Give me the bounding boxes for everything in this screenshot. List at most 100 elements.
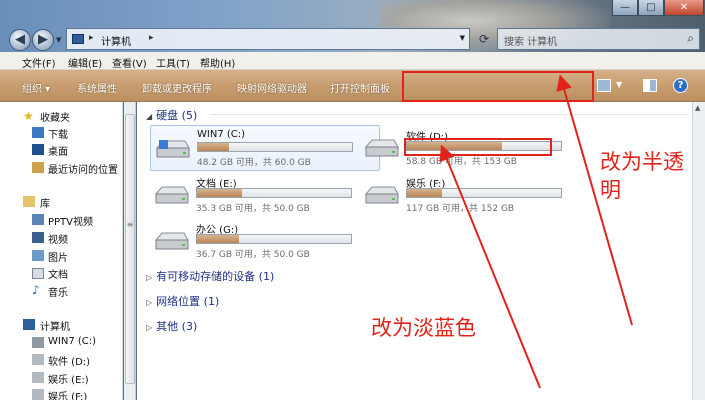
nav-pictures[interactable]: 图片 <box>48 249 68 264</box>
drive-icon <box>154 232 189 250</box>
nav-videos[interactable]: 视频 <box>48 231 68 246</box>
nav-drive-e[interactable]: 娱乐 (E:) <box>48 371 89 386</box>
nav-recent-places[interactable]: 最近访问的位置 <box>48 161 118 176</box>
group-network-label: 网络位置 (1) <box>156 295 220 308</box>
nav-documents[interactable]: 文档 <box>48 266 68 281</box>
group-hard-drives-label: 硬盘 (5) <box>156 109 198 122</box>
group-removable-label: 有可移动存储的设备 (1) <box>156 270 275 283</box>
scroll-up-icon[interactable]: ▲ <box>695 104 700 112</box>
preview-pane-icon[interactable] <box>643 79 657 92</box>
annotation-light-blue: 改为淡蓝色 <box>371 316 476 340</box>
expand-triangle-icon[interactable]: ▷ <box>146 273 152 282</box>
drive-space-info: 48.2 GB 可用，共 60.0 GB <box>197 158 311 168</box>
drive-tile[interactable]: 文档 (E:) 35.3 GB 可用，共 50.0 GB <box>150 172 380 218</box>
map-network-drive-button[interactable]: 映射网络驱动器 <box>237 80 307 95</box>
music-icon: ♪ <box>32 283 40 297</box>
drive-space-info: 117 GB 可用，共 152 GB <box>406 204 515 214</box>
group-divider <box>210 114 690 115</box>
maximize-button[interactable]: □ <box>638 0 664 16</box>
back-arrow-icon: ◀ <box>15 32 25 47</box>
library-icon <box>23 196 35 207</box>
pictures-icon <box>32 250 44 261</box>
drive-icon <box>32 389 44 400</box>
drive-tile[interactable]: 办公 (G:) 36.7 GB 可用，共 50.0 GB <box>150 218 380 264</box>
drive-usage-fill <box>197 235 239 243</box>
nav-drive-c[interactable]: WIN7 (C:) <box>48 336 96 347</box>
drive-space-info: 36.7 GB 可用，共 50.0 GB <box>196 250 310 260</box>
chevron-right-icon[interactable]: ▸ <box>149 33 154 43</box>
annotation-translucent-line2: 明 <box>600 178 621 202</box>
organize-button[interactable]: 组织 ▾ <box>22 80 50 95</box>
nav-drive-d[interactable]: 软件 (D:) <box>48 353 90 368</box>
drive-name: WIN7 (C:) <box>197 129 246 140</box>
view-dropdown-icon[interactable]: ▼ <box>616 80 622 89</box>
address-dropdown-icon[interactable]: ▼ <box>460 34 465 42</box>
nav-downloads[interactable]: 下载 <box>48 126 68 141</box>
address-bar[interactable]: ▸ 计算机 ▸ ▼ <box>66 28 470 50</box>
uninstall-program-button[interactable]: 卸载或更改程序 <box>142 80 212 95</box>
refresh-icon[interactable]: ⟳ <box>474 29 494 49</box>
group-other[interactable]: ▷ 其他 (3) <box>146 318 197 334</box>
drive-icon <box>364 186 399 204</box>
forward-button[interactable]: ▶ <box>32 29 54 51</box>
recent-pages-dropdown-icon[interactable]: ▼ <box>56 36 61 44</box>
command-bar: 组织 ▾ 系统属性 卸载或更改程序 映射网络驱动器 打开控制面板 ▼ ? <box>0 70 705 102</box>
menu-view[interactable]: 查看(V) <box>112 55 147 70</box>
drive-icon <box>32 354 44 365</box>
menu-help[interactable]: 帮助(H) <box>200 55 235 70</box>
drive-usage-fill <box>407 189 443 197</box>
group-removable[interactable]: ▷ 有可移动存储的设备 (1) <box>146 268 274 284</box>
annotation-translucent-line1: 改为半透 <box>600 150 684 174</box>
system-properties-button[interactable]: 系统属性 <box>77 80 117 95</box>
chevron-right-icon[interactable]: ▸ <box>89 33 94 43</box>
expand-triangle-icon[interactable]: ▷ <box>146 298 152 307</box>
back-button[interactable]: ◀ <box>9 29 31 51</box>
nav-music[interactable]: 音乐 <box>48 284 68 299</box>
close-button[interactable]: ✕ <box>664 0 704 16</box>
breadcrumb-computer[interactable]: 计算机 <box>101 33 131 48</box>
nav-pptv-videos[interactable]: PPTV视频 <box>48 213 93 228</box>
menu-edit[interactable]: 编辑(E) <box>68 55 102 70</box>
nav-drive-f[interactable]: 娱乐 (F:) <box>48 388 87 400</box>
star-icon: ★ <box>23 109 34 123</box>
documents-icon <box>32 268 44 279</box>
drive-icon <box>32 372 44 383</box>
splitter-grip-icon[interactable]: ≡ <box>126 220 134 230</box>
group-other-label: 其他 (3) <box>156 320 198 333</box>
nav-favorites[interactable]: 收藏夹 <box>40 109 70 124</box>
drive-tile[interactable]: 娱乐 (F:) 117 GB 可用，共 152 GB <box>360 172 590 218</box>
nav-scrollbar[interactable]: ≡ <box>124 102 136 400</box>
change-view-icon[interactable] <box>597 79 611 92</box>
drive-usage-bar <box>197 142 353 152</box>
nav-desktop[interactable]: 桌面 <box>48 143 68 158</box>
nav-scrollbar-thumb[interactable] <box>125 114 135 384</box>
content-scrollbar[interactable]: ▲ <box>692 102 705 400</box>
drive-usage-bar <box>196 188 352 198</box>
drive-tile[interactable]: WIN7 (C:) 48.2 GB 可用，共 60.0 GB <box>150 125 380 171</box>
navigation-pane: ★ 收藏夹 下载 桌面 最近访问的位置 库 PPTV视频 视频 图片 文档 ♪ … <box>0 102 123 400</box>
collapse-triangle-icon[interactable]: ◢ <box>146 112 152 121</box>
drive-usage-fill <box>197 189 242 197</box>
open-control-panel-button[interactable]: 打开控制面板 <box>330 80 390 95</box>
menu-tools[interactable]: 工具(T) <box>156 55 190 70</box>
drive-icon <box>154 186 189 204</box>
minimize-button[interactable]: — <box>612 0 638 16</box>
drive-usage-fill <box>198 143 229 151</box>
search-placeholder: 搜索 计算机 <box>504 37 558 48</box>
help-icon[interactable]: ? <box>673 78 688 93</box>
expand-triangle-icon[interactable]: ▷ <box>146 323 152 332</box>
group-network[interactable]: ▷ 网络位置 (1) <box>146 293 219 309</box>
system-drive-icon <box>32 337 44 348</box>
group-hard-drives[interactable]: ◢ 硬盘 (5) <box>146 107 197 123</box>
desktop-icon <box>32 144 44 155</box>
search-input[interactable]: 搜索 计算机 ⌕ <box>497 28 700 50</box>
search-icon[interactable]: ⌕ <box>687 31 694 46</box>
nav-computer[interactable]: 计算机 <box>40 318 70 333</box>
drive-usage-bar <box>196 234 352 244</box>
video-icon <box>32 232 44 243</box>
menu-file[interactable]: 文件(F) <box>22 55 56 70</box>
drive-space-info: 35.3 GB 可用，共 50.0 GB <box>196 204 310 214</box>
nav-libraries[interactable]: 库 <box>40 195 50 210</box>
download-folder-icon <box>32 127 44 138</box>
recent-places-icon <box>32 162 44 173</box>
